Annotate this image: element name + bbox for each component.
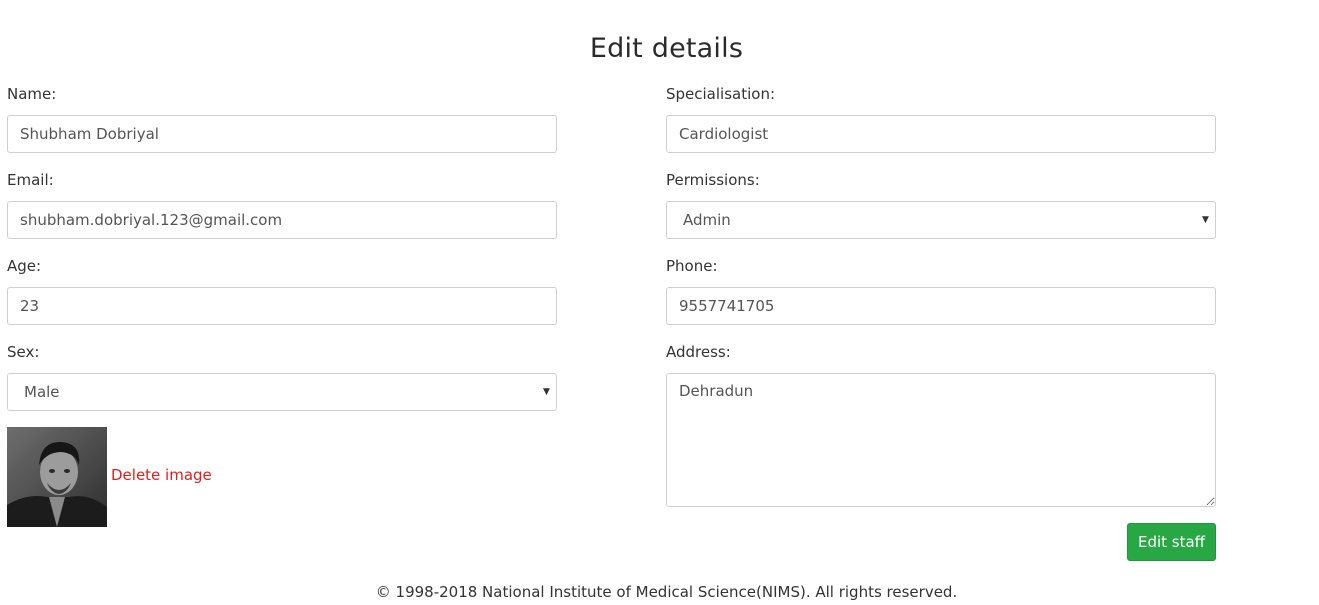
staff-photo [7,427,107,527]
email-label: Email: [7,171,54,189]
sex-select[interactable]: Male [7,373,557,411]
edit-details-page: Edit details Name: Email: Age: Sex: Male… [0,0,1319,605]
specialisation-input[interactable] [666,115,1216,153]
email-input[interactable] [7,201,557,239]
specialisation-label: Specialisation: [666,85,776,103]
address-label: Address: [666,343,731,361]
page-title: Edit details [589,33,744,64]
footer-copyright: © 1998-2018 National Institute of Medica… [375,583,958,601]
name-input[interactable] [7,115,557,153]
permissions-label: Permissions: [666,171,760,189]
edit-staff-button[interactable]: Edit staff [1127,523,1216,561]
age-label: Age: [7,257,42,275]
sex-label: Sex: [7,343,40,361]
phone-input[interactable] [666,287,1216,325]
name-label: Name: [7,85,57,103]
phone-label: Phone: [666,257,718,275]
delete-image-link[interactable]: Delete image [111,466,212,484]
age-input[interactable] [7,287,557,325]
permissions-select[interactable]: Admin [666,201,1216,239]
address-textarea[interactable]: Dehradun [666,373,1216,507]
